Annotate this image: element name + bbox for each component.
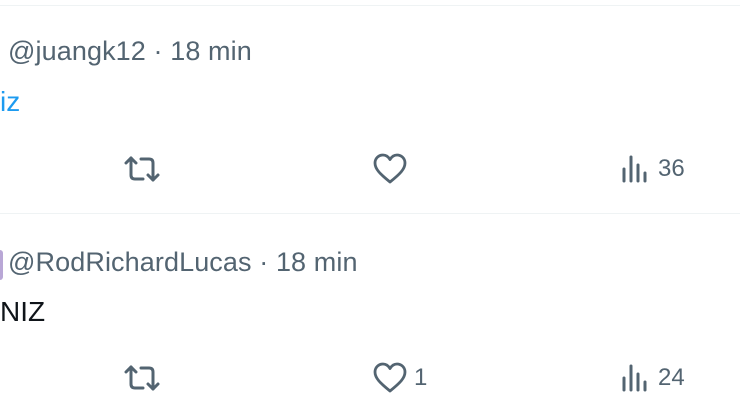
- author-handle[interactable]: @juangk12: [8, 36, 146, 66]
- tweet-meta: @RodRichardLucas · 18 min: [8, 247, 358, 278]
- tweet-text[interactable]: iz: [0, 86, 20, 118]
- retweet-icon: [124, 365, 160, 391]
- meta-separator: ·: [259, 247, 269, 277]
- heart-icon: [373, 153, 407, 184]
- like-button[interactable]: [372, 151, 414, 187]
- views-button[interactable]: 36: [620, 151, 685, 187]
- retweet-button[interactable]: [122, 151, 162, 187]
- author-handle[interactable]: @RodRichardLucas: [8, 247, 252, 277]
- like-button[interactable]: 1: [372, 360, 427, 396]
- views-button[interactable]: 24: [620, 360, 685, 396]
- retweet-button[interactable]: [122, 360, 162, 396]
- tweet-card[interactable]: @juangk12 · 18 min iz 36: [0, 0, 740, 213]
- tweet-time[interactable]: 18 min: [170, 36, 252, 66]
- views-count: 24: [658, 364, 685, 391]
- tweet-text[interactable]: NIZ: [0, 296, 45, 328]
- retweet-icon: [124, 156, 160, 182]
- meta-separator: ·: [153, 36, 163, 66]
- tweet-card[interactable]: @RodRichardLucas · 18 min NIZ 1 24: [0, 214, 740, 416]
- tweet-time[interactable]: 18 min: [276, 247, 358, 277]
- views-chart-icon: [622, 364, 647, 392]
- heart-icon: [373, 362, 407, 393]
- like-count: 1: [414, 364, 428, 391]
- tweet-meta: @juangk12 · 18 min: [8, 36, 252, 67]
- views-count: 36: [658, 155, 685, 182]
- avatar[interactable]: [0, 250, 3, 280]
- views-chart-icon: [622, 155, 647, 183]
